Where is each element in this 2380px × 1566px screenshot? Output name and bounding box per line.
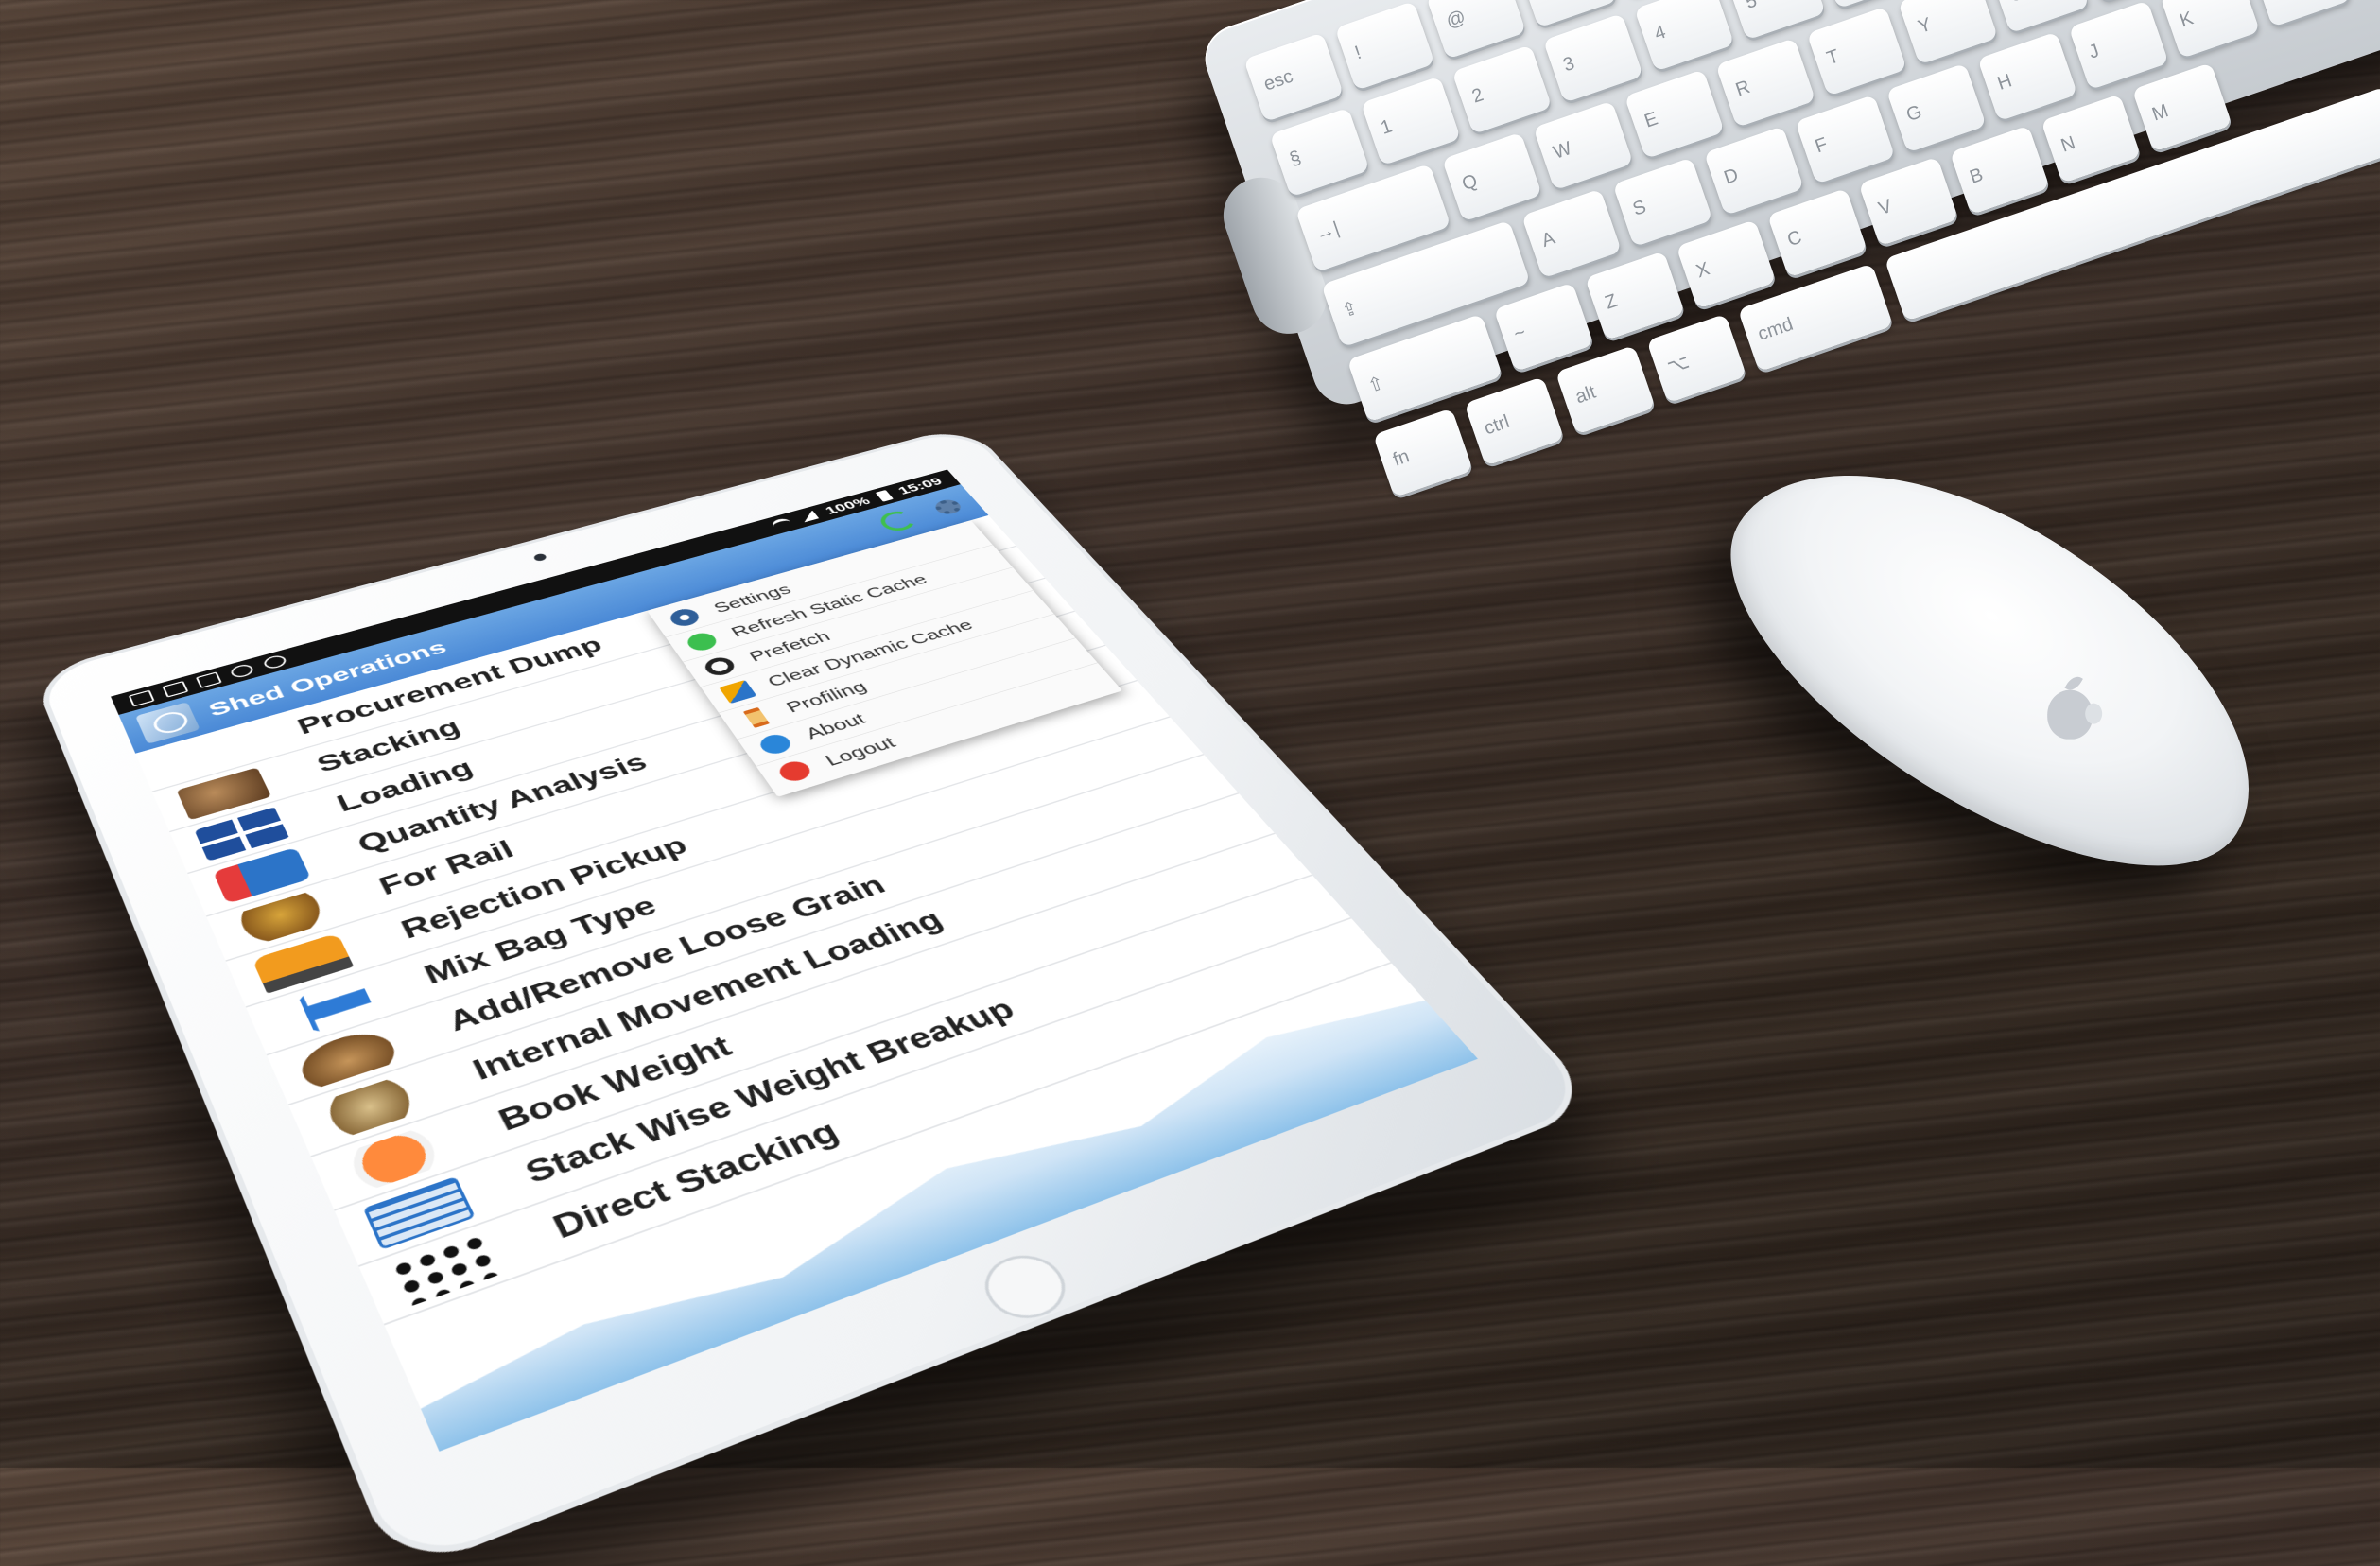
key: 3: [1542, 13, 1643, 103]
key: H: [1977, 31, 2078, 122]
gear-icon: [931, 497, 965, 517]
notification-icon: [128, 689, 155, 707]
settings-button[interactable]: [926, 495, 970, 519]
refresh-icon: [875, 508, 920, 534]
key: W: [1533, 100, 1634, 191]
home-button[interactable]: [971, 1244, 1080, 1330]
hourglass-icon: [742, 706, 771, 728]
key: T: [1806, 6, 1907, 96]
info-icon: [756, 731, 795, 757]
wifi-icon: [770, 516, 794, 531]
sync-icon: [701, 654, 738, 679]
key: esc: [1243, 32, 1345, 123]
key: 4: [1634, 0, 1735, 72]
settings-icon: [666, 606, 704, 629]
key: E: [1624, 69, 1725, 160]
broom-icon: [719, 679, 757, 705]
notification-icon: [162, 680, 189, 698]
key: F: [1795, 94, 1896, 184]
key: N: [2041, 94, 2142, 184]
tablet-scene: 100% 15:09 Shed Operations Procurement D…: [31, 218, 1929, 1566]
tablet-screen: 100% 15:09 Shed Operations Procurement D…: [111, 469, 1478, 1452]
key: R: [1715, 38, 1816, 128]
key: J: [2068, 0, 2169, 91]
notification-icon: [261, 653, 288, 670]
key: !: [1334, 1, 1435, 91]
key: Q: [1441, 131, 1542, 222]
notification-icon: [229, 662, 255, 680]
key: G: [1885, 62, 1987, 153]
battery-icon: [875, 490, 894, 502]
signal-icon: [797, 510, 820, 523]
key: 2: [1451, 44, 1553, 135]
key: §: [1269, 107, 1370, 198]
refresh-icon: [683, 630, 721, 653]
key: Y: [1898, 0, 1999, 65]
key: 1: [1360, 76, 1461, 166]
power-icon: [774, 758, 815, 785]
key: D: [1703, 126, 1804, 217]
refresh-button[interactable]: [875, 508, 920, 534]
key: M: [2131, 62, 2232, 152]
apple-logo-icon: [2047, 689, 2093, 740]
camera-icon: [532, 552, 548, 563]
key: B: [1949, 125, 2050, 216]
notification-icon: [195, 671, 222, 688]
tablet: 100% 15:09 Shed Operations Procurement D…: [31, 424, 1603, 1566]
